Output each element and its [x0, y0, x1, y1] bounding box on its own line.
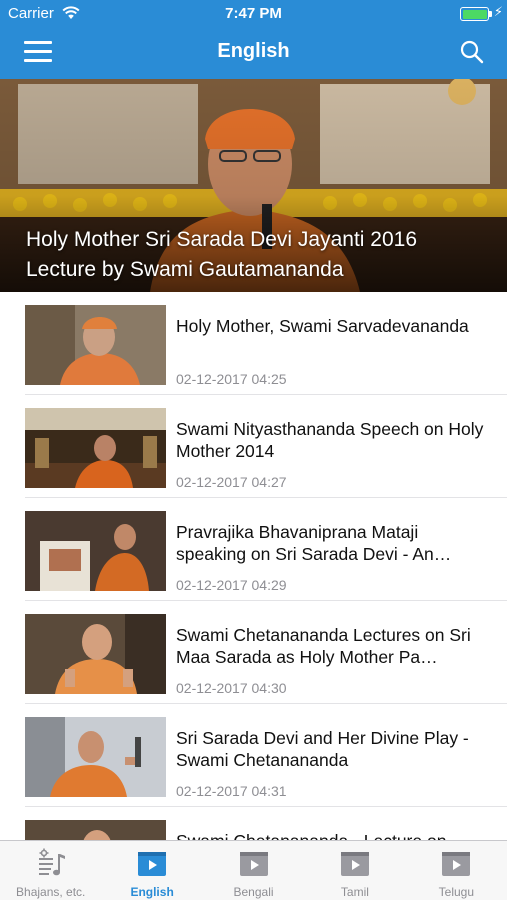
video-icon: [442, 852, 471, 876]
search-icon[interactable]: [459, 39, 485, 65]
video-thumbnail: [25, 717, 166, 797]
charging-bolt-icon: ⚡︎: [493, 4, 503, 19]
page-title: English: [217, 40, 290, 62]
video-list-item[interactable]: Sri Sarada Devi and Her Divine Play - Sw…: [0, 704, 507, 807]
video-icon: [239, 852, 268, 876]
tab-label: Telugu: [438, 885, 475, 899]
video-date: 02-12-2017 04:30: [176, 680, 287, 696]
video-date: 02-12-2017 04:29: [176, 577, 287, 593]
video-date: 02-12-2017 04:31: [176, 783, 287, 799]
music-notes-icon: [38, 848, 65, 876]
video-icon: [138, 852, 167, 876]
tab-label: English: [130, 885, 174, 899]
video-list-item[interactable]: Swami Nityasthananda Speech on Holy Moth…: [0, 395, 507, 498]
video-date: 02-12-2017 04:25: [176, 371, 287, 387]
video-title: Pravrajika Bhavaniprana Mataji speaking …: [176, 522, 452, 564]
video-title: Holy Mother, Swami Sarvadevananda: [176, 316, 469, 336]
video-list-item[interactable]: Swami Chetanananda Lectures on Sri Maa S…: [0, 601, 507, 704]
video-thumbnail: [25, 614, 166, 694]
hamburger-menu-icon[interactable]: [24, 41, 52, 65]
battery-icon: [460, 7, 489, 21]
featured-video[interactable]: Holy Mother Sri Sarada Devi Jayanti 2016…: [0, 79, 507, 292]
tab-label: Bhajans, etc.: [16, 885, 86, 899]
video-title: Sri Sarada Devi and Her Divine Play - Sw…: [176, 728, 469, 770]
video-list: Holy Mother, Swami Sarvadevananda 02-12-…: [0, 292, 507, 900]
video-title: Swami Nityasthananda Speech on Holy Moth…: [176, 419, 484, 461]
video-thumbnail: [25, 511, 166, 591]
tab-telugu[interactable]: Telugu: [406, 841, 507, 900]
tab-english[interactable]: English: [101, 841, 202, 900]
app-screen: Carrier 7:47 PM ⚡︎ English Holy Mother S…: [0, 0, 507, 900]
tab-label: Bengali: [233, 885, 274, 899]
video-list-item[interactable]: Pravrajika Bhavaniprana Mataji speaking …: [0, 498, 507, 601]
tab-bar: Bhajans, etc. English Bengali Tamil Telu…: [0, 840, 507, 900]
status-bar: Carrier 7:47 PM ⚡︎: [0, 0, 507, 28]
status-time: 7:47 PM: [225, 5, 282, 22]
video-title: Swami Chetanananda Lectures on Sri Maa S…: [176, 625, 471, 667]
video-list-item[interactable]: Holy Mother, Swami Sarvadevananda 02-12-…: [0, 292, 507, 395]
featured-video-title: Holy Mother Sri Sarada Devi Jayanti 2016…: [26, 228, 418, 281]
tab-label: Tamil: [340, 885, 369, 899]
video-icon: [340, 852, 369, 876]
nav-bar: English: [0, 28, 507, 79]
tab-bhajans[interactable]: Bhajans, etc.: [0, 841, 101, 900]
battery-tip: [489, 11, 492, 17]
video-thumbnail: [25, 408, 166, 488]
tab-tamil[interactable]: Tamil: [304, 841, 405, 900]
video-thumbnail: [25, 305, 166, 385]
tab-bengali[interactable]: Bengali: [203, 841, 304, 900]
video-date: 02-12-2017 04:27: [176, 474, 287, 490]
